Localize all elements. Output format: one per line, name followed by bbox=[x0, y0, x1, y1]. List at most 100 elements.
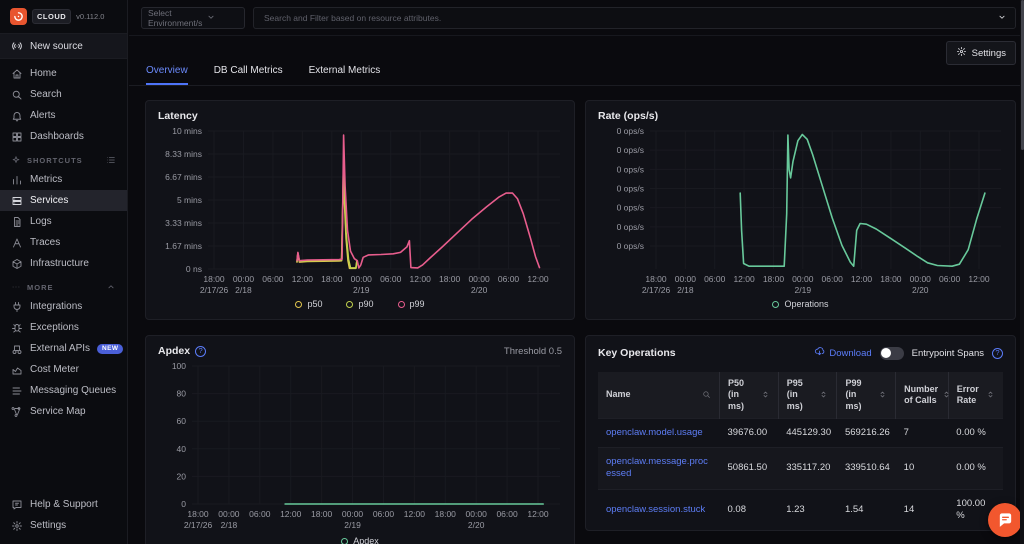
sidebar-item-logs[interactable]: Logs bbox=[0, 211, 127, 232]
sidebar-item-metrics[interactable]: Metrics bbox=[0, 169, 127, 190]
infrastructure-icon bbox=[11, 258, 23, 270]
x-tick-label: 06:00 bbox=[704, 274, 726, 284]
bell-icon bbox=[11, 110, 23, 122]
sidebar-item-help-support[interactable]: Help & Support bbox=[0, 494, 127, 515]
column-header-number-of-calls[interactable]: Number of Calls bbox=[896, 372, 949, 418]
new-source-label: New source bbox=[30, 41, 83, 52]
new-source-button[interactable]: New source bbox=[0, 33, 127, 59]
rate-chart-title: Rate (ops/s) bbox=[598, 110, 658, 122]
search-icon[interactable] bbox=[702, 390, 711, 399]
legend-item-p90[interactable]: p90 bbox=[346, 299, 373, 309]
sidebar-section-more[interactable]: MORE bbox=[0, 274, 127, 296]
x-tick-label: 18:00 bbox=[763, 274, 785, 284]
column-label: P99 (in ms) bbox=[845, 378, 874, 412]
scrollbar[interactable] bbox=[1020, 0, 1024, 544]
sort-icon[interactable] bbox=[878, 390, 887, 399]
sidebar-item-label: Logs bbox=[30, 216, 52, 227]
brand: CLOUD v0.112.0 bbox=[0, 0, 127, 31]
column-label: P95 (in ms) bbox=[787, 378, 816, 412]
table-cell: 10 bbox=[896, 448, 949, 490]
legend-item-operations[interactable]: Operations bbox=[772, 299, 828, 309]
chevron-down-icon bbox=[997, 12, 1007, 22]
sidebar-item-traces[interactable]: Traces bbox=[0, 232, 127, 253]
entrypoint-spans-toggle[interactable] bbox=[880, 347, 904, 360]
list-icon[interactable] bbox=[106, 155, 116, 165]
entrypoint-help-icon[interactable]: ? bbox=[992, 348, 1003, 359]
latency-chart[interactable]: 18:002/17/2600:002/1806:0012:0018:0000:0… bbox=[146, 101, 576, 321]
column-header-name[interactable]: Name bbox=[598, 372, 720, 418]
x-tick-label: 00:00 bbox=[675, 274, 697, 284]
sidebar-item-cost-meter[interactable]: Cost Meter bbox=[0, 359, 127, 380]
y-tick-label: 40 bbox=[177, 444, 187, 454]
tab-external-metrics[interactable]: External Metrics bbox=[309, 65, 381, 85]
legend-item-p50[interactable]: p50 bbox=[295, 299, 322, 309]
sort-icon[interactable] bbox=[819, 390, 828, 399]
legend-label: p50 bbox=[307, 299, 322, 309]
x-tick-label: 00:00 bbox=[342, 509, 364, 519]
sidebar-item-label: Search bbox=[30, 89, 62, 100]
legend-item-apdex[interactable]: Apdex bbox=[341, 536, 379, 544]
y-tick-label: 5 mins bbox=[177, 195, 202, 205]
service-map-icon bbox=[11, 406, 23, 418]
legend-item-p99[interactable]: p99 bbox=[398, 299, 425, 309]
sidebar-item-settings[interactable]: Settings bbox=[0, 515, 127, 536]
sidebar-item-services[interactable]: Services bbox=[0, 190, 127, 211]
sidebar-item-infrastructure[interactable]: Infrastructure bbox=[0, 253, 127, 274]
x-tick-label: 06:00 bbox=[822, 274, 844, 284]
operation-name-link[interactable]: openclaw.message.processed bbox=[598, 448, 720, 490]
chevron-up-icon[interactable] bbox=[106, 282, 116, 292]
column-header-p99-in-ms-[interactable]: P99 (in ms) bbox=[837, 372, 896, 418]
environment-select[interactable]: Select Environment/s bbox=[141, 7, 245, 29]
operation-name-link[interactable]: openclaw.session.stuck bbox=[598, 489, 720, 530]
resource-filter-searchbar[interactable] bbox=[253, 7, 1016, 29]
column-header-error-rate[interactable]: Error Rate bbox=[948, 372, 1003, 418]
operation-name-link[interactable]: openclaw.model.usage bbox=[598, 418, 720, 447]
x-tick-date: 2/20 bbox=[468, 520, 485, 530]
rate-chart[interactable]: 18:002/17/2600:002/1806:0012:0018:0000:0… bbox=[586, 101, 1017, 321]
sort-icon[interactable] bbox=[986, 390, 995, 399]
key-operations-head: Key Operations Download Entrypoint Spans… bbox=[586, 336, 1015, 360]
latency-legend: p50 p90 p99 bbox=[146, 299, 574, 309]
search-input[interactable] bbox=[262, 12, 997, 24]
legend-dot bbox=[341, 538, 348, 544]
sidebar-item-messaging-queues[interactable]: Messaging Queues bbox=[0, 380, 127, 401]
scrollbar-thumb[interactable] bbox=[1021, 0, 1024, 150]
sort-icon bbox=[878, 390, 887, 399]
sidebar-item-label: Settings bbox=[30, 520, 66, 531]
support-chat-button[interactable] bbox=[988, 503, 1022, 537]
sidebar-item-home[interactable]: Home bbox=[0, 63, 127, 84]
tab-overview[interactable]: Overview bbox=[146, 65, 188, 85]
download-button[interactable]: Download bbox=[814, 346, 871, 360]
legend-label: p99 bbox=[410, 299, 425, 309]
sidebar-item-integrations[interactable]: Integrations bbox=[0, 296, 127, 317]
x-tick-date: 2/20 bbox=[471, 285, 488, 295]
sidebar-item-service-map[interactable]: Service Map bbox=[0, 401, 127, 422]
legend-label: Apdex bbox=[353, 536, 379, 544]
sidebar-footer: Help & Support Settings bbox=[0, 494, 127, 544]
sidebar-section-shortcuts[interactable]: SHORTCUTS bbox=[0, 147, 127, 169]
sidebar-item-search[interactable]: Search bbox=[0, 84, 127, 105]
x-tick-label: 12:00 bbox=[280, 509, 302, 519]
column-header-p95-in-ms-[interactable]: P95 (in ms) bbox=[778, 372, 837, 418]
sidebar-item-dashboards[interactable]: Dashboards bbox=[0, 126, 127, 147]
x-tick-label: 12:00 bbox=[968, 274, 990, 284]
key-operations-table: NameP50 (in ms) P95 (in ms) P99 (in ms) Num… bbox=[598, 372, 1003, 530]
key-operations-title: Key Operations bbox=[598, 347, 676, 359]
bell-icon bbox=[11, 110, 23, 122]
sidebar-item-alerts[interactable]: Alerts bbox=[0, 105, 127, 126]
y-tick-label: 1.67 mins bbox=[165, 241, 202, 251]
sidebar-item-label: Service Map bbox=[30, 406, 86, 417]
sidebar: CLOUD v0.112.0 New source Home Search Aler… bbox=[0, 0, 128, 544]
sidebar-item-external-apis[interactable]: External APIsNEW bbox=[0, 338, 127, 359]
ellipsis-icon bbox=[11, 282, 21, 292]
x-tick-label: 06:00 bbox=[262, 274, 284, 284]
apdex-chart[interactable]: 18:002/17/2600:002/1806:0012:0018:0000:0… bbox=[146, 336, 576, 544]
column-header-p50-in-ms-[interactable]: P50 (in ms) bbox=[720, 372, 779, 418]
tab-db-call-metrics[interactable]: DB Call Metrics bbox=[214, 65, 283, 85]
gear-icon bbox=[956, 46, 967, 60]
apdex-help-icon[interactable]: ? bbox=[195, 346, 206, 357]
sort-icon[interactable] bbox=[761, 390, 770, 399]
sort-icon[interactable] bbox=[942, 390, 951, 399]
signoz-logo[interactable] bbox=[10, 8, 27, 25]
sidebar-item-exceptions[interactable]: Exceptions bbox=[0, 317, 127, 338]
